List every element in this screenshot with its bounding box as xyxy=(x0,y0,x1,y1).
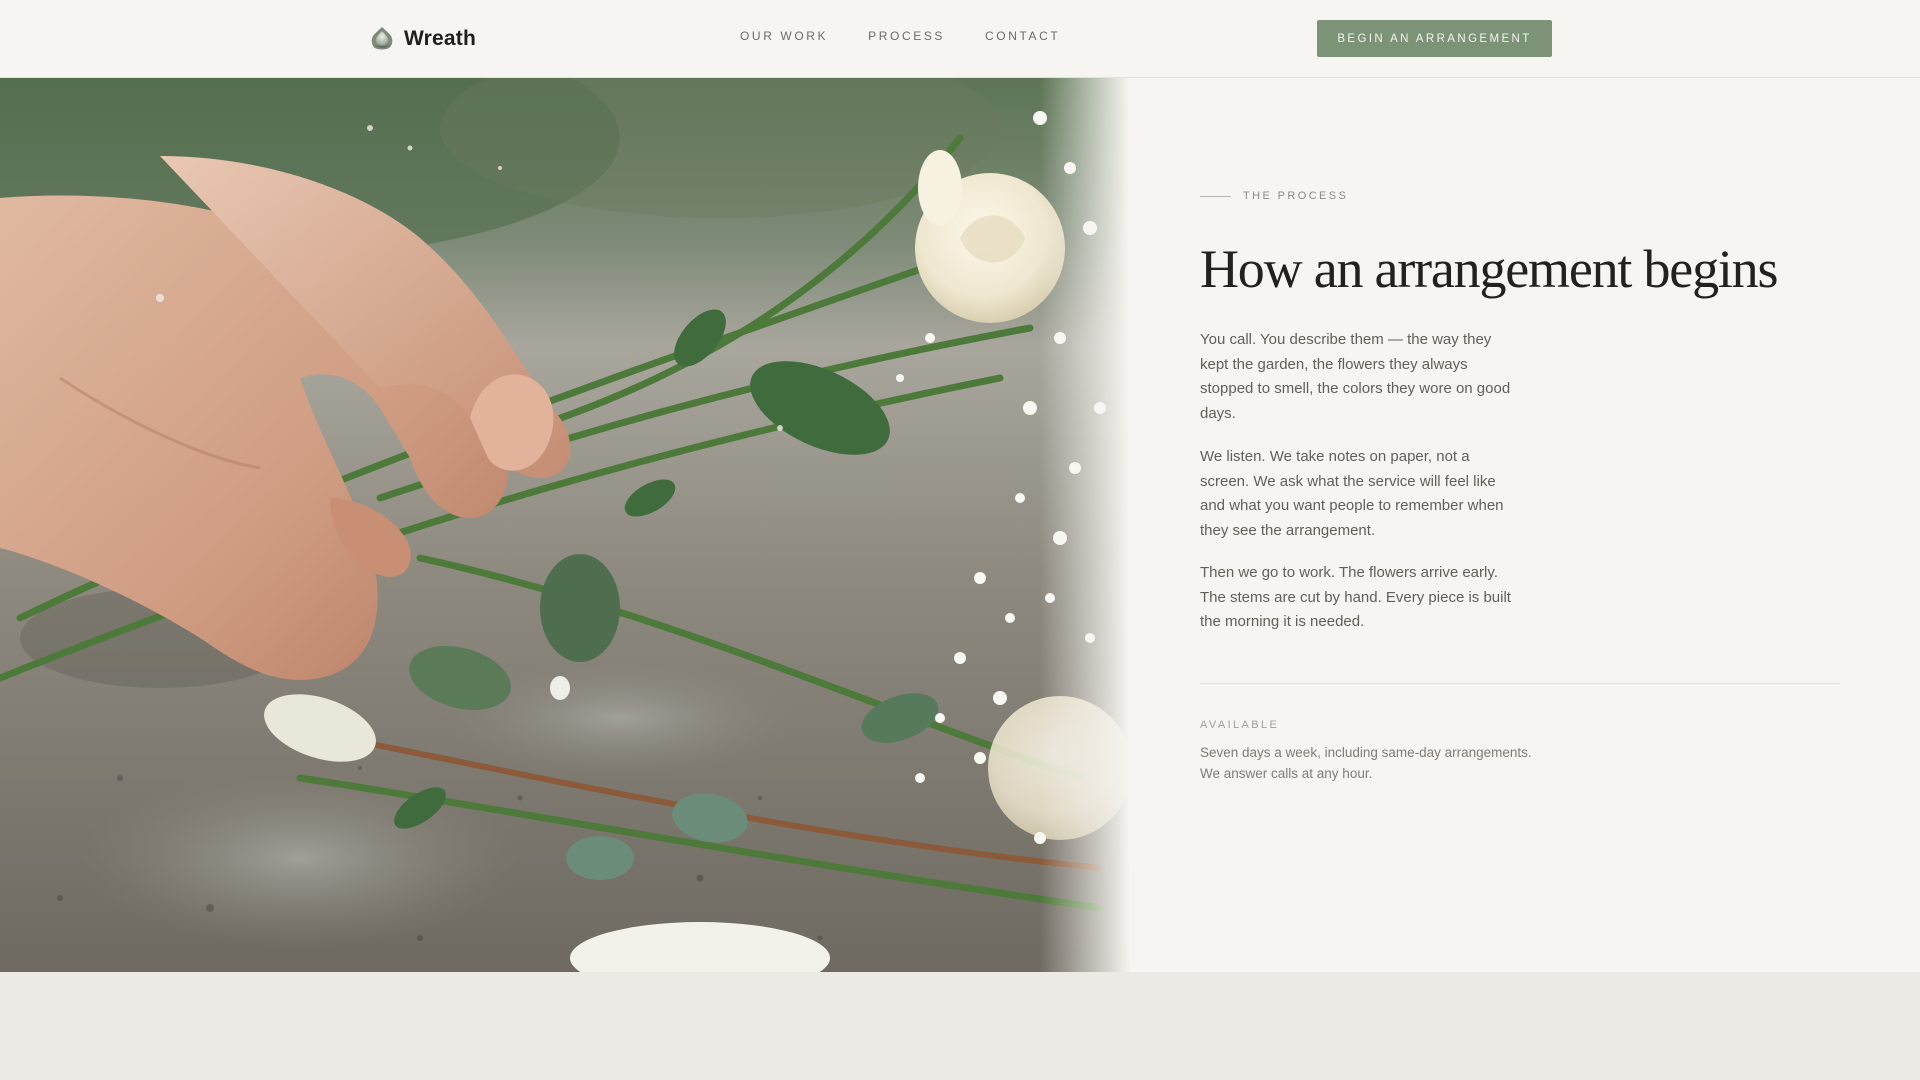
nav-process[interactable]: PROCESS xyxy=(868,29,945,43)
section-divider xyxy=(1200,683,1840,684)
nav-contact[interactable]: CONTACT xyxy=(985,29,1060,43)
eyebrow-rule xyxy=(1200,195,1231,197)
nav-our-work[interactable]: OUR WORK xyxy=(740,29,828,43)
brand-name: Wreath xyxy=(404,27,476,50)
section-eyebrow: THE PROCESS xyxy=(1200,190,1348,202)
process-paragraph-2: We listen. We take notes on paper, not a… xyxy=(1200,448,1504,539)
next-section-band xyxy=(0,972,1920,1080)
main-nav: OUR WORK PROCESS CONTACT xyxy=(740,29,1060,43)
section-title: How an arrangement begins xyxy=(1200,239,1778,299)
begin-arrangement-button[interactable]: BEGIN AN ARRANGEMENT xyxy=(1317,20,1552,57)
process-section: THE PROCESS How an arrangement begins Yo… xyxy=(1200,78,1840,972)
process-paragraph-1: You call. You describe them — the way th… xyxy=(1200,331,1511,422)
availability-line-1: Seven days a week, including same-day ar… xyxy=(1200,745,1532,760)
availability-line-2: We answer calls at any hour. xyxy=(1200,766,1373,781)
brand-logo-link[interactable]: Wreath xyxy=(368,24,476,54)
availability-text: Seven days a week, including same-day ar… xyxy=(1200,742,1600,784)
eyebrow-text: THE PROCESS xyxy=(1243,190,1349,202)
hero-image xyxy=(0,78,1130,972)
process-paragraph-3: Then we go to work. The flowers arrive e… xyxy=(1200,564,1511,630)
hero-illustration xyxy=(0,78,1130,972)
lotus-wreath-icon xyxy=(371,27,393,50)
site-header: Wreath OUR WORK PROCESS CONTACT BEGIN AN… xyxy=(0,0,1920,78)
availability-label: AVAILABLE xyxy=(1200,719,1280,731)
